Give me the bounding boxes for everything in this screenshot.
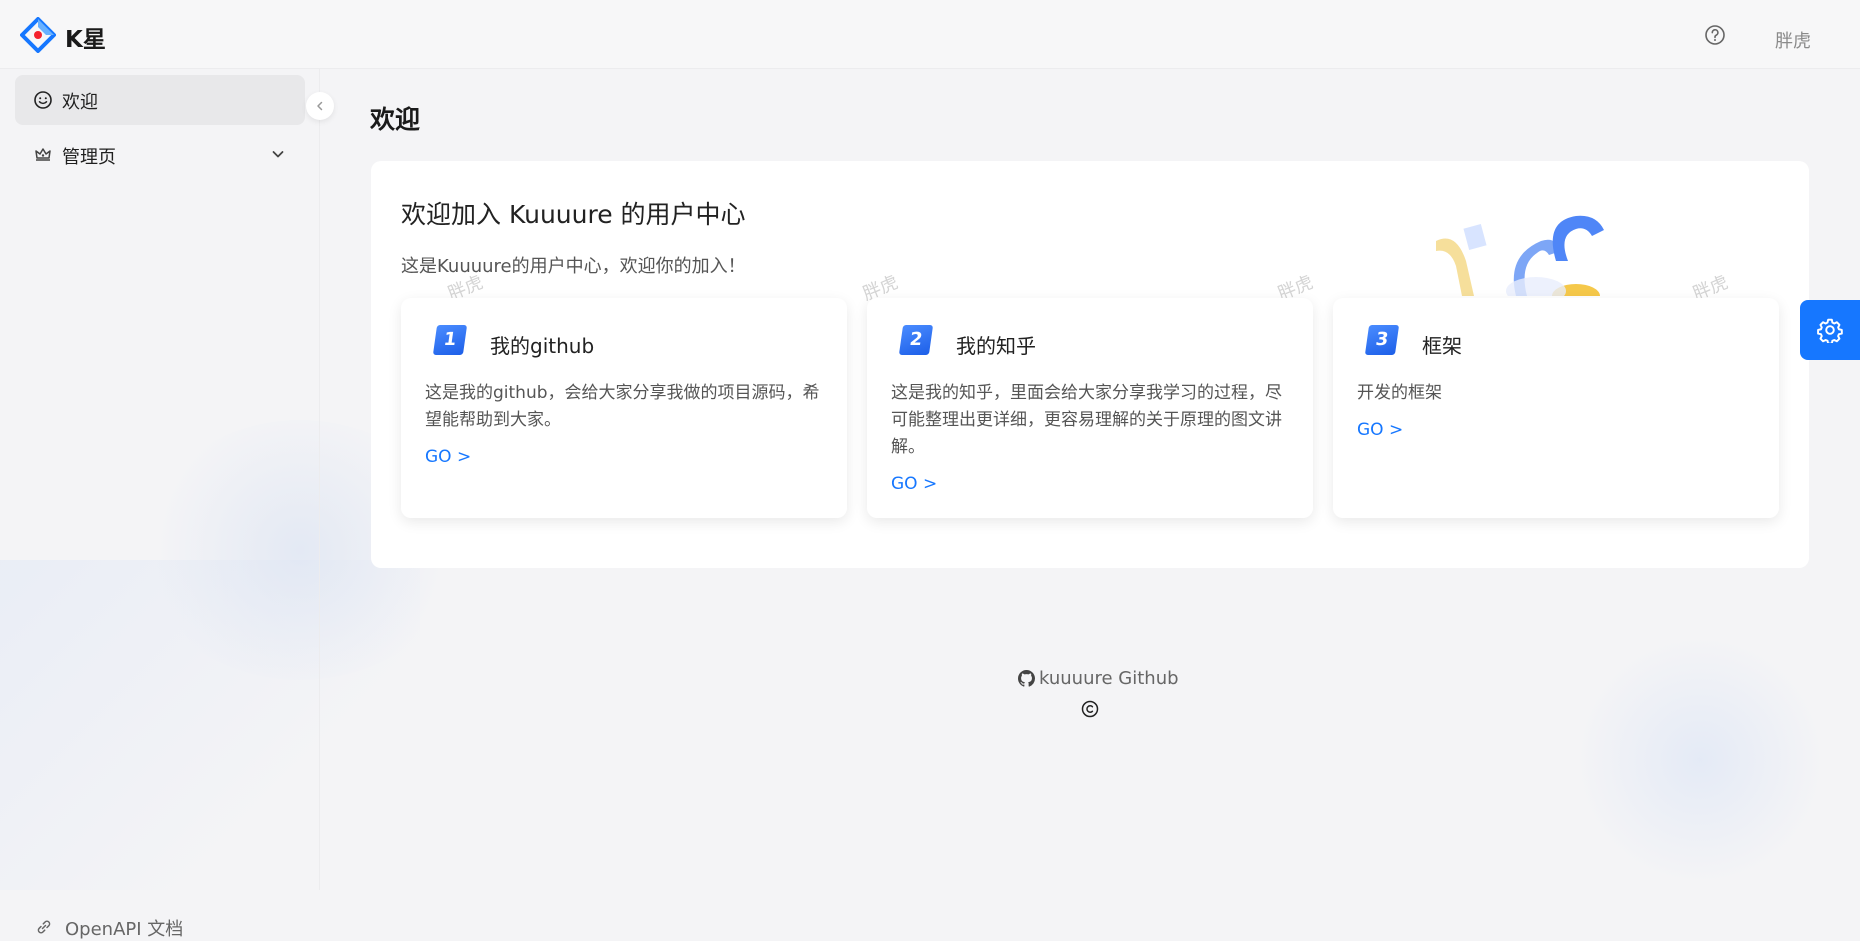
feature-description: 这是我的知乎，里面会给大家分享我学习的过程，尽可能整理出更详细，更容易理解的关于…	[891, 383, 1282, 457]
sidebar-item-welcome[interactable]: 欢迎	[15, 75, 305, 125]
welcome-card: 欢迎加入 Kuuuure 的用户中心 这是Kuuuure的用户中心，欢迎你的加入…	[371, 161, 1809, 568]
gear-icon	[1817, 318, 1843, 343]
background-glow	[1570, 640, 1830, 880]
go-link[interactable]: GO >	[425, 447, 471, 467]
feature-card-framework[interactable]: 3 框架 开发的框架 GO >	[1333, 298, 1779, 518]
footer-github-link[interactable]: kuuuure Github	[1018, 668, 1179, 689]
collapse-sidebar-button[interactable]	[306, 92, 334, 120]
sidebar-item-label: 管理页	[62, 147, 116, 168]
feature-title: 我的github	[490, 334, 595, 358]
settings-drawer-button[interactable]	[1800, 300, 1860, 360]
link-icon	[37, 920, 51, 934]
app-title[interactable]: K星	[65, 20, 106, 54]
top-header: K星 胖虎	[0, 0, 1860, 69]
question-circle-icon[interactable]	[1704, 24, 1726, 46]
user-name[interactable]: 胖虎	[1775, 27, 1811, 53]
chevron-down-icon[interactable]	[271, 147, 285, 161]
welcome-subtitle: 这是Kuuuure的用户中心，欢迎你的加入！	[401, 256, 746, 277]
celebration-illustration	[1436, 215, 1604, 296]
go-link[interactable]: GO >	[1357, 420, 1403, 440]
chevron-left-icon	[317, 101, 323, 111]
footer-link-label: kuuuure Github	[1039, 668, 1179, 689]
github-icon	[1018, 670, 1035, 687]
sidebar: 欢迎 管理页 OpenAPI 文档	[0, 69, 320, 940]
sidebar-item-label: 欢迎	[62, 92, 98, 113]
step-number-badge: 3	[1364, 325, 1400, 355]
step-number-badge: 1	[432, 325, 468, 355]
go-link[interactable]: GO >	[891, 474, 937, 494]
smile-icon	[34, 91, 52, 109]
feature-card-zhihu[interactable]: 2 我的知乎 这是我的知乎，里面会给大家分享我学习的过程，尽可能整理出更详细，更…	[867, 298, 1313, 518]
sidebar-item-manage[interactable]: 管理页	[15, 130, 305, 180]
step-number-badge: 2	[898, 325, 934, 355]
crown-icon	[35, 148, 51, 161]
feature-title: 框架	[1422, 334, 1462, 358]
page-title: 欢迎	[370, 105, 421, 134]
feature-description: 开发的框架	[1357, 383, 1442, 403]
feature-card-github[interactable]: 1 我的github 这是我的github，会给大家分享我做的项目源码，希望能帮…	[401, 298, 847, 518]
openapi-docs-label: OpenAPI 文档	[65, 919, 184, 940]
feature-description: 这是我的github，会给大家分享我做的项目源码，希望能帮助到大家。	[425, 383, 820, 430]
diamond-logo-icon[interactable]	[20, 17, 56, 53]
feature-title: 我的知乎	[956, 334, 1036, 358]
copyright-icon	[1081, 700, 1099, 718]
welcome-title: 欢迎加入 Kuuuure 的用户中心	[401, 200, 746, 229]
